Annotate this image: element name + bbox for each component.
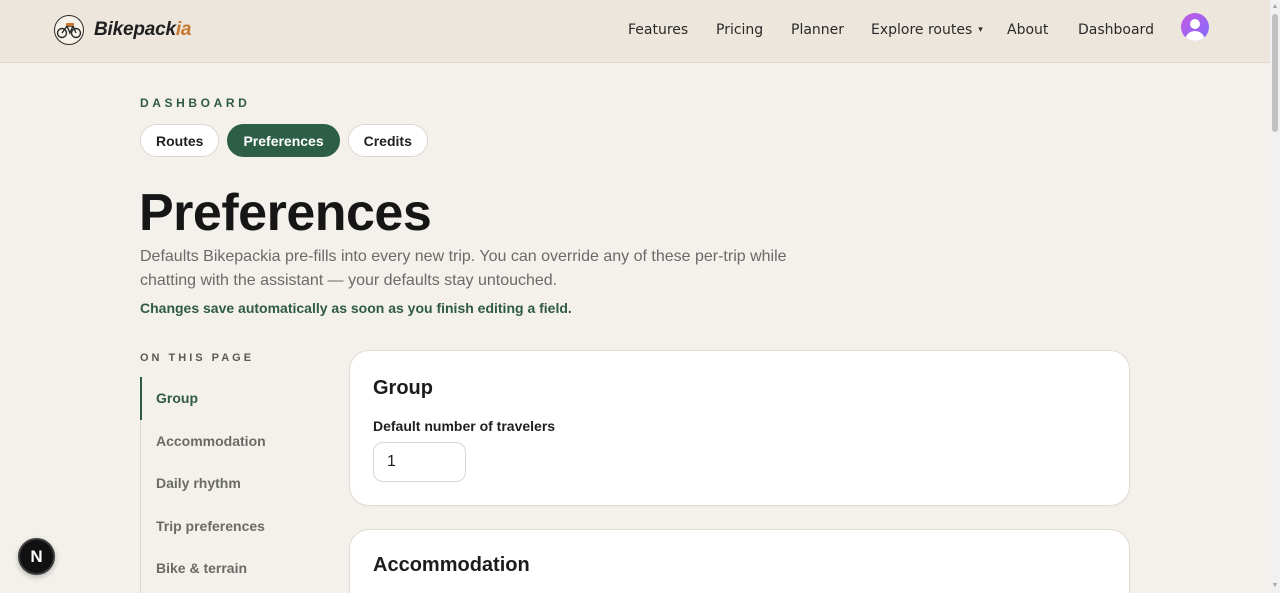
section-eyebrow: DASHBOARD bbox=[140, 96, 251, 110]
dev-tools-badge[interactable]: N bbox=[18, 538, 55, 575]
chevron-down-icon: ▾ bbox=[978, 25, 983, 35]
nav-explore-routes[interactable]: Explore routes ▾ bbox=[871, 22, 983, 38]
group-card-title: Group bbox=[373, 377, 433, 399]
nav-about[interactable]: About bbox=[1007, 22, 1048, 38]
toc-item-daily-rhythm[interactable]: Daily rhythm bbox=[140, 462, 320, 505]
nav-dashboard[interactable]: Dashboard bbox=[1078, 22, 1154, 38]
toc-title: ON THIS PAGE bbox=[140, 352, 255, 364]
scroll-down-arrow-icon[interactable]: ▼ bbox=[1271, 582, 1279, 590]
toc-nav: Group Accommodation Daily rhythm Trip pr… bbox=[140, 377, 320, 593]
toc-item-group[interactable]: Group bbox=[140, 377, 320, 420]
scrollbar-thumb[interactable] bbox=[1272, 14, 1278, 132]
travelers-field-label: Default number of travelers bbox=[373, 418, 556, 434]
bike-logo-icon bbox=[54, 15, 84, 45]
brand-logo[interactable]: Bikepackia bbox=[54, 15, 192, 45]
brand-name: Bikepackia bbox=[94, 19, 192, 40]
toc-item-trip-preferences[interactable]: Trip preferences bbox=[140, 505, 320, 548]
page-intro: Defaults Bikepackia pre-fills into every… bbox=[140, 248, 787, 289]
scroll-up-arrow-icon[interactable]: ▲ bbox=[1271, 3, 1279, 11]
group-card: Group Default number of travelers bbox=[349, 350, 1130, 506]
accommodation-card-title: Accommodation bbox=[373, 554, 530, 576]
page-title: Preferences bbox=[139, 184, 432, 242]
page-scrollbar[interactable]: ▲ ▼ bbox=[1270, 0, 1280, 593]
tab-credits[interactable]: Credits bbox=[347, 124, 428, 157]
tab-preferences[interactable]: Preferences bbox=[227, 124, 340, 157]
autosave-note: Changes save automatically as soon as yo… bbox=[140, 300, 572, 316]
tab-routes[interactable]: Routes bbox=[140, 124, 220, 157]
user-avatar-icon[interactable] bbox=[1181, 13, 1209, 41]
nav-features[interactable]: Features bbox=[628, 22, 688, 38]
dashboard-tabs: Routes Preferences Credits bbox=[140, 124, 436, 157]
nav-explore-routes-label: Explore routes bbox=[871, 22, 973, 38]
nav-planner[interactable]: Planner bbox=[791, 22, 844, 38]
accommodation-card: Accommodation bbox=[349, 529, 1130, 593]
toc-item-bike-terrain[interactable]: Bike & terrain bbox=[140, 547, 320, 590]
toc-item-accommodation[interactable]: Accommodation bbox=[140, 420, 320, 463]
nav-pricing[interactable]: Pricing bbox=[716, 22, 763, 38]
top-navbar: Bikepackia Features Pricing Planner Expl… bbox=[0, 0, 1270, 63]
travelers-input[interactable] bbox=[373, 442, 466, 482]
